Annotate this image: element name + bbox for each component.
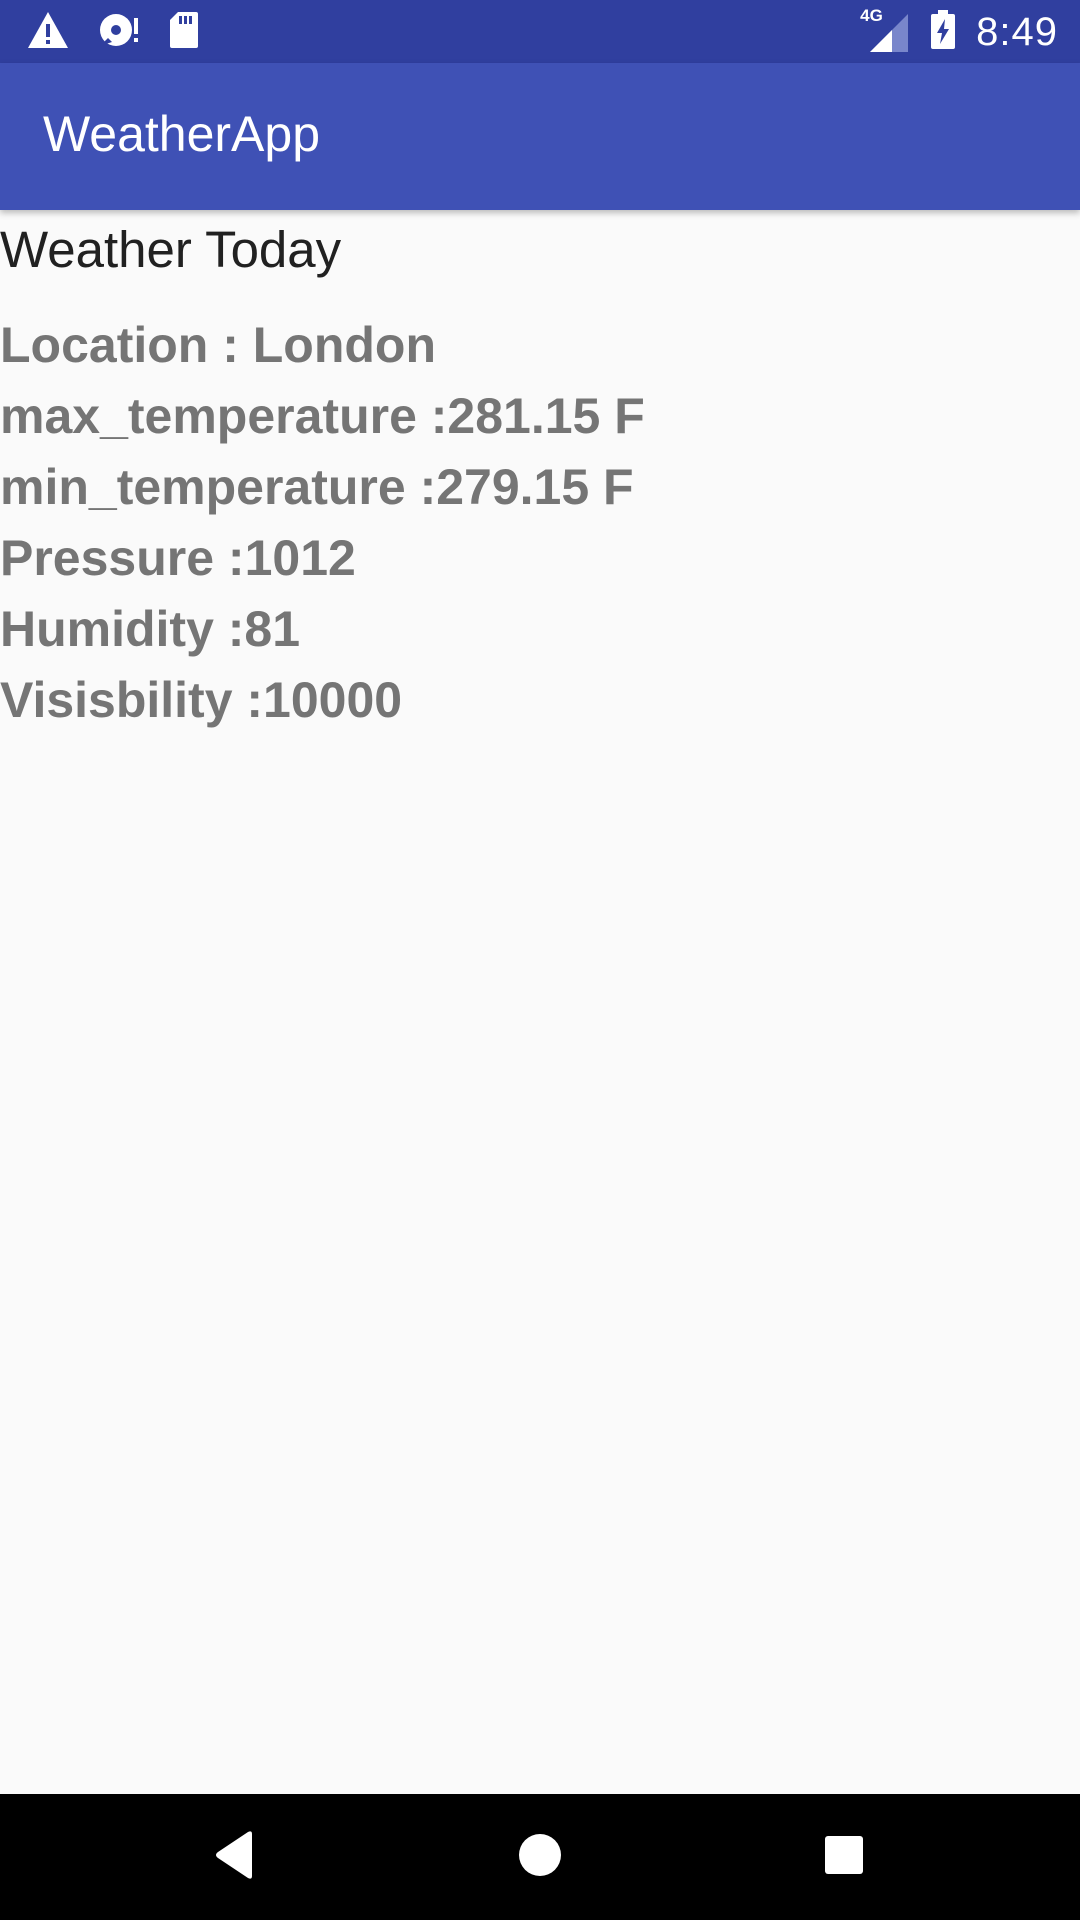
location-text: Location : London [0, 317, 437, 373]
humidity-text: Humidity :81 [0, 601, 301, 657]
app-bar: WeatherApp [0, 63, 1080, 210]
weather-details: Location : London max_temperature :281.1… [0, 310, 645, 736]
status-bar: 4G 8:49 [0, 0, 1080, 63]
pressure-text: Pressure :1012 [0, 530, 356, 586]
status-notifications [26, 10, 200, 54]
back-icon [212, 1830, 258, 1885]
weather-heading: Weather Today [0, 221, 342, 278]
sd-card-icon [168, 10, 200, 55]
visibility-text: Visisbility :10000 [0, 672, 403, 728]
home-icon [517, 1832, 563, 1883]
recents-icon [823, 1834, 865, 1881]
warning-icon [26, 10, 70, 55]
status-time: 8:49 [976, 9, 1058, 54]
cell-signal-icon: 4G [860, 6, 910, 54]
battery-charging-icon [930, 9, 956, 55]
back-button[interactable] [192, 1814, 278, 1900]
navigation-bar [0, 1794, 1080, 1920]
min-temperature-text: min_temperature :279.15 F [0, 459, 634, 515]
home-button[interactable] [497, 1814, 583, 1900]
disc-alert-icon [98, 10, 140, 55]
network-type-label: 4G [860, 6, 883, 25]
max-temperature-text: max_temperature :281.15 F [0, 388, 645, 444]
recents-button[interactable] [801, 1814, 887, 1900]
status-system: 4G 8:49 [860, 6, 1058, 58]
app-title: WeatherApp [43, 106, 321, 162]
